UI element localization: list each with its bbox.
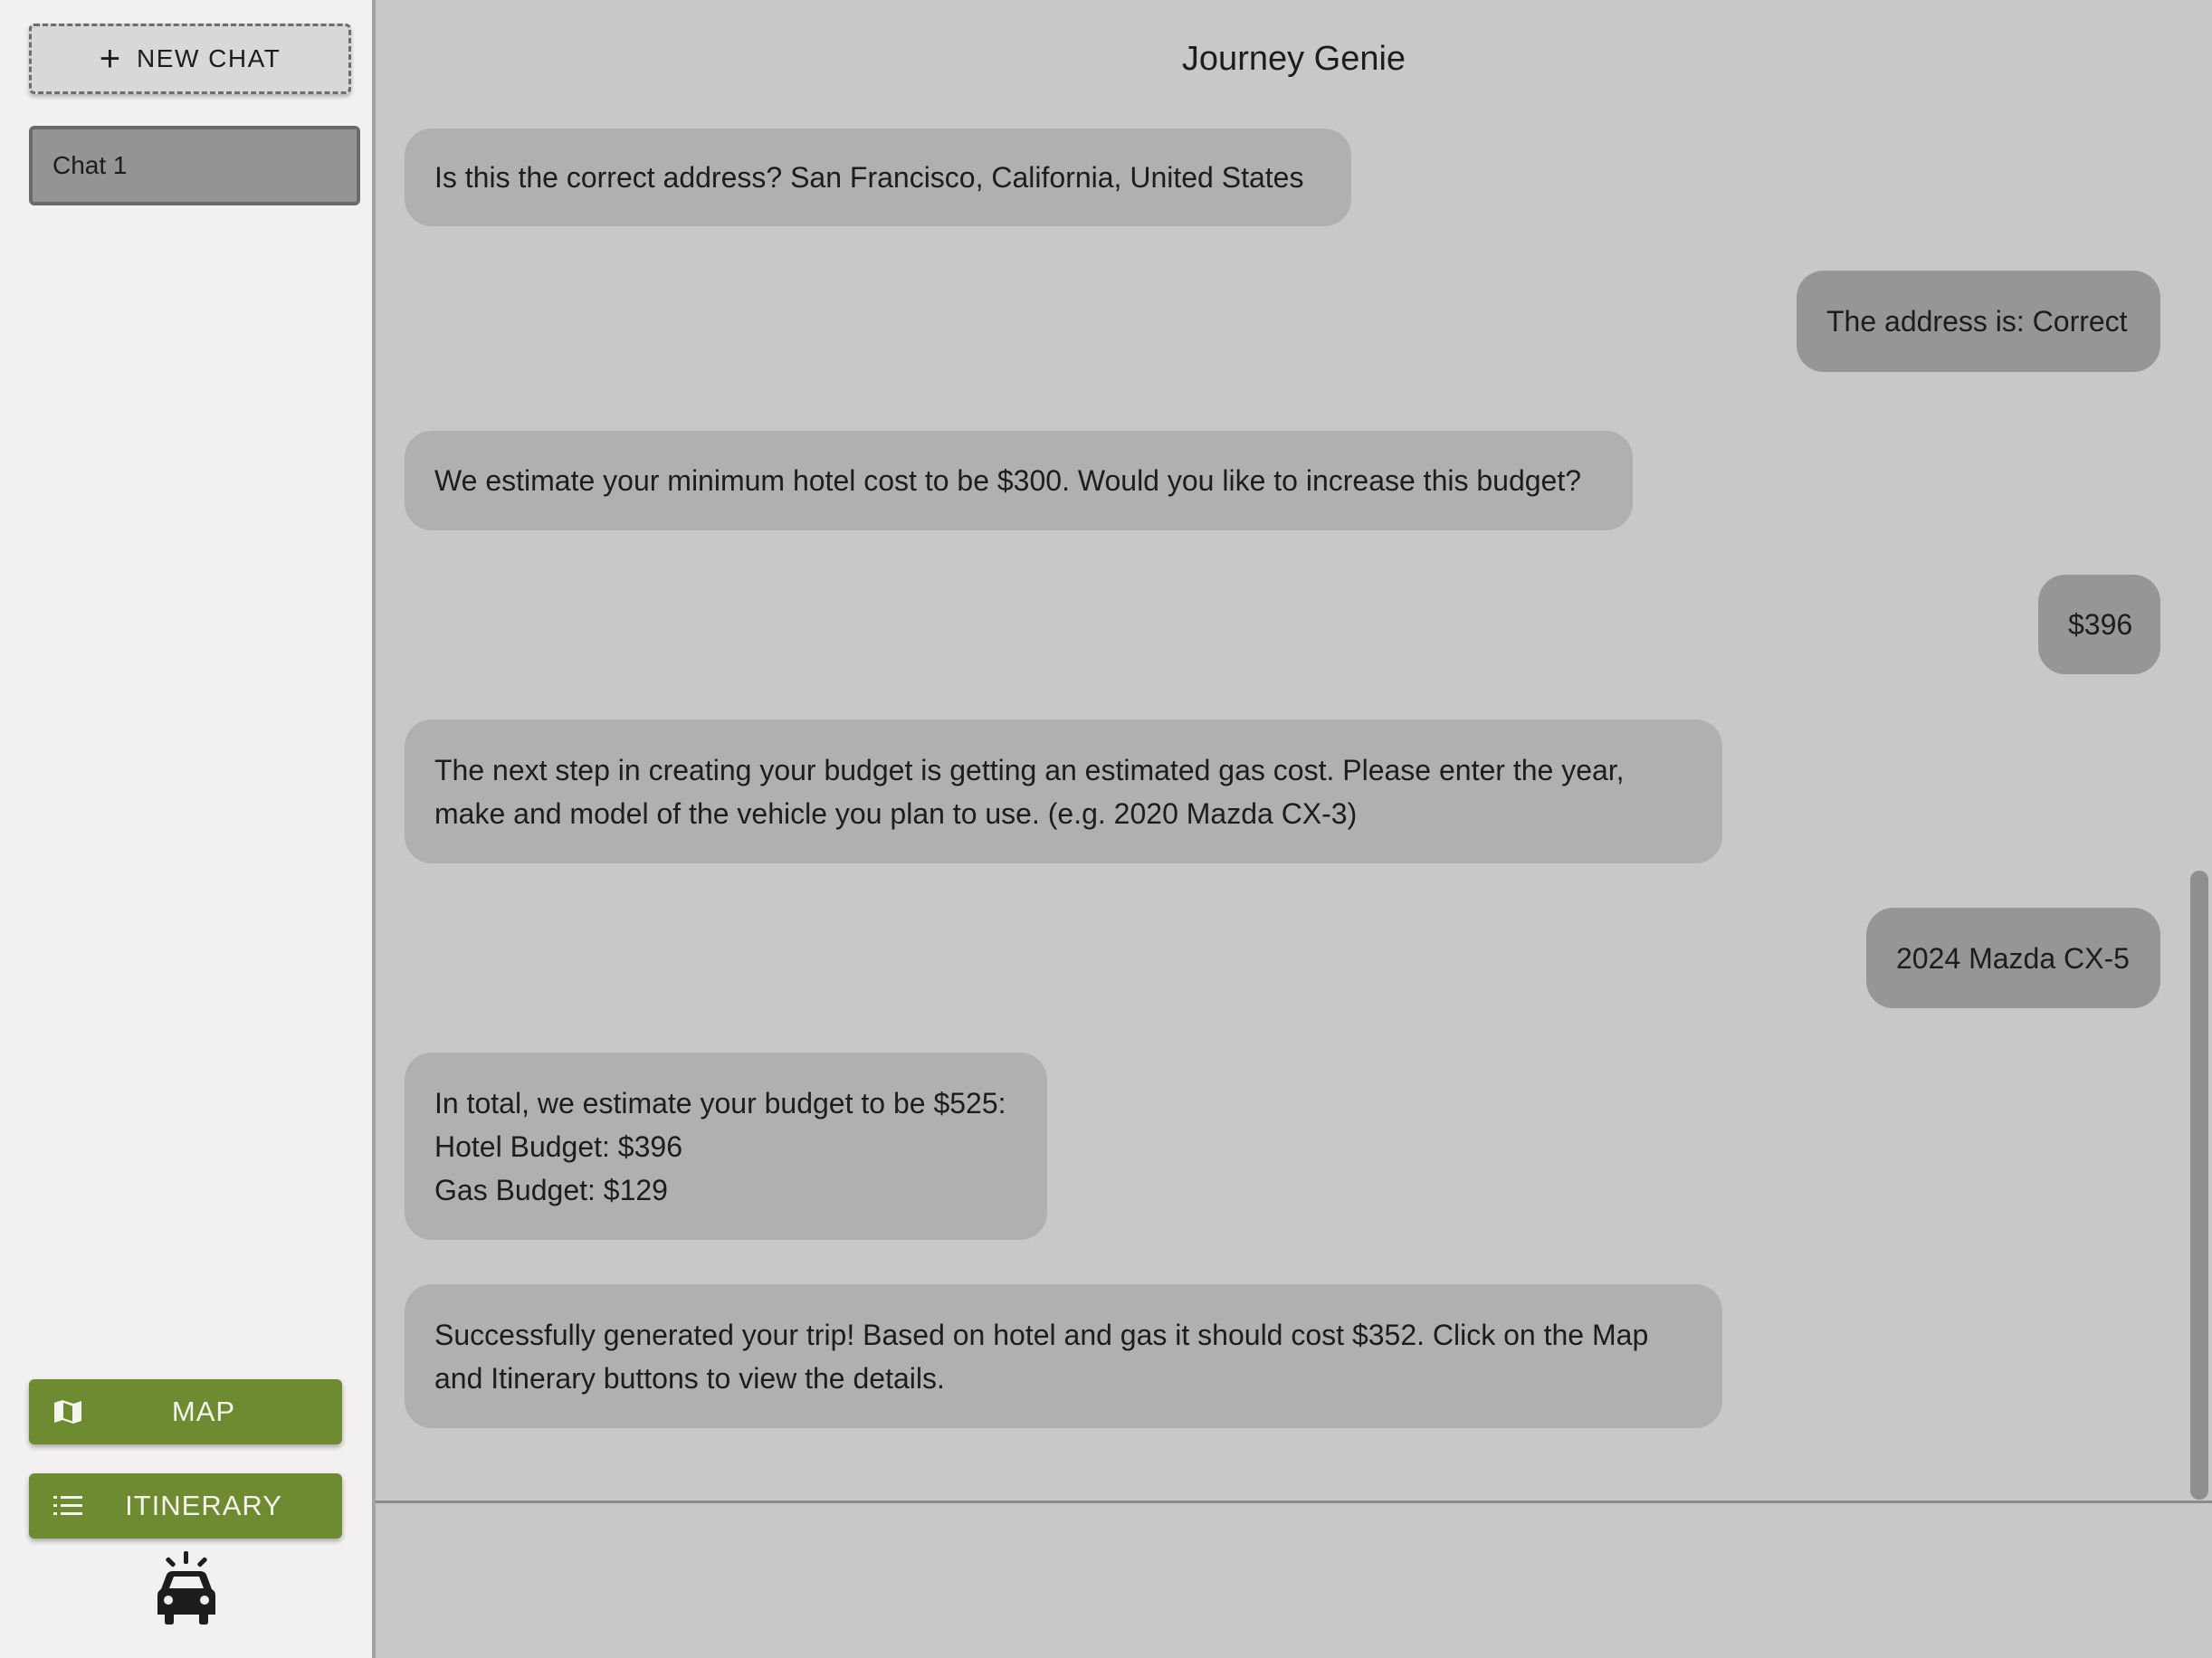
page-title: Journey Genie <box>1181 40 1406 78</box>
list-icon <box>53 1496 82 1515</box>
bot-message: The next step in creating your budget is… <box>405 719 1722 863</box>
chat-scrollbar[interactable] <box>2190 871 2208 1500</box>
chat-list-item[interactable]: Chat 1 <box>29 126 360 205</box>
user-message: The address is: Correct <box>1797 271 2160 372</box>
plus-icon: + <box>99 39 121 79</box>
map-button[interactable]: MAP <box>29 1379 342 1444</box>
message-text: 2024 Mazda CX-5 <box>1896 941 2130 975</box>
bot-message: Successfully generated your trip! Based … <box>405 1284 1722 1428</box>
new-chat-button[interactable]: + NEW CHAT <box>29 24 351 94</box>
itinerary-button[interactable]: ITINERARY <box>29 1473 342 1539</box>
app-window: + NEW CHAT Chat 1 MAP ITINERARY Journey … <box>0 0 2212 1658</box>
message-text: The address is: Correct <box>1826 305 2128 338</box>
user-message: $396 <box>2038 575 2160 674</box>
bot-message: Is this the correct address? San Francis… <box>405 129 1351 226</box>
message-input-area[interactable] <box>376 1503 2212 1658</box>
new-chat-label: NEW CHAT <box>137 44 281 72</box>
chat-item-label: Chat 1 <box>52 151 128 179</box>
message-text: Successfully generated your trip! Based … <box>434 1318 1649 1395</box>
bot-message: We estimate your minimum hotel cost to b… <box>405 431 1633 530</box>
message-text: Is this the correct address? San Francis… <box>434 161 1304 194</box>
car-icon <box>157 1551 215 1625</box>
message-text: $396 <box>2068 608 2133 641</box>
bot-message: In total, we estimate your budget to be … <box>405 1053 1047 1240</box>
message-text: The next step in creating your budget is… <box>434 753 1625 830</box>
chat-area: Journey Genie Is this the correct addres… <box>376 0 2212 1658</box>
message-text: In total, we estimate your budget to be … <box>434 1086 1006 1206</box>
user-message: 2024 Mazda CX-5 <box>1866 908 2160 1008</box>
sidebar: + NEW CHAT Chat 1 MAP ITINERARY <box>0 0 376 1658</box>
message-text: We estimate your minimum hotel cost to b… <box>434 464 1582 497</box>
map-icon <box>54 1400 81 1424</box>
